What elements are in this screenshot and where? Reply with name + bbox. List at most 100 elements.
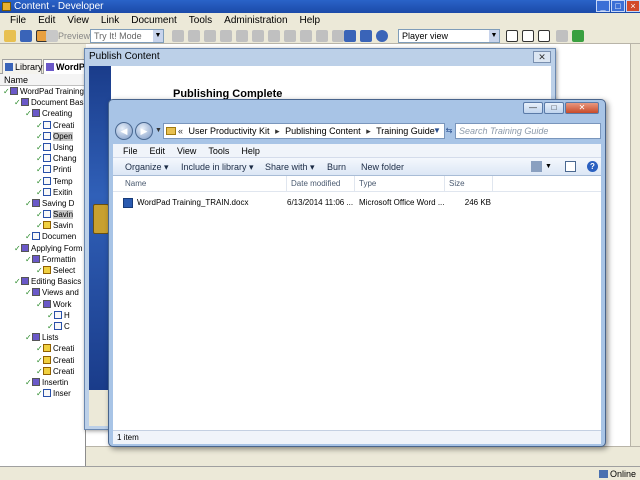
tree-item[interactable]: ✓ Using	[0, 142, 85, 153]
checkin-icon[interactable]	[556, 30, 568, 42]
recent-pages-icon[interactable]: ▼	[155, 127, 162, 134]
refresh-icon[interactable]: ⇆	[443, 124, 455, 138]
back-button[interactable]: ◀	[115, 122, 133, 140]
tree-item[interactable]: ✓ Printi	[0, 164, 85, 175]
view-dropdown-icon[interactable]: ▼	[545, 161, 556, 172]
tree-item[interactable]: ✓ Insertin	[0, 377, 85, 388]
burn-button[interactable]: Burn	[327, 158, 346, 176]
tree-item[interactable]: ✓ WordPad Training	[0, 86, 85, 97]
tree-item[interactable]: ✓ Open	[0, 131, 85, 142]
refresh-icon[interactable]	[572, 30, 584, 42]
paste-icon[interactable]	[204, 30, 216, 42]
layout-1-icon[interactable]	[506, 30, 518, 42]
breadcrumb-publishing-content[interactable]: Publishing Content	[285, 126, 361, 136]
help-icon[interactable]: ?	[587, 161, 598, 172]
tree-item[interactable]: ✓ Creati	[0, 343, 85, 354]
link-icon[interactable]	[268, 30, 280, 42]
tree-item[interactable]: ✓ Editing Basics	[0, 276, 85, 287]
dialog-close-button[interactable]: ✕	[533, 51, 551, 63]
mode-select[interactable]: Try It! Mode ▼	[90, 29, 164, 43]
binoculars-icon[interactable]	[344, 30, 356, 42]
explorer-maximize-button[interactable]: □	[544, 102, 564, 114]
tree-item[interactable]: ✓ Formattin	[0, 254, 85, 265]
indent-icon[interactable]	[332, 30, 344, 42]
menu-edit[interactable]: Edit	[32, 13, 61, 28]
explorer-close-button[interactable]: ✕	[565, 102, 599, 114]
new-folder-button[interactable]: New folder	[361, 158, 404, 176]
column-size[interactable]: Size	[445, 176, 493, 192]
menu-file[interactable]: File	[4, 13, 32, 28]
search-input[interactable]: Search Training Guide	[455, 123, 601, 139]
help-icon[interactable]	[376, 30, 388, 42]
explorer-menu-help[interactable]: Help	[235, 144, 266, 157]
explorer-minimize-button[interactable]: —	[523, 102, 543, 114]
tab-library[interactable]: Library	[2, 59, 43, 74]
tree-column-header[interactable]: Name	[0, 74, 85, 86]
menu-view[interactable]: View	[61, 13, 95, 28]
delete-icon[interactable]	[236, 30, 248, 42]
breadcrumb-separator-icon[interactable]: ▸	[275, 126, 280, 136]
close-button[interactable]: ×	[626, 0, 640, 12]
tree-item[interactable]: ✓ Creati	[0, 366, 85, 377]
tree-item[interactable]: ✓ Chang	[0, 153, 85, 164]
breadcrumb-training-guide[interactable]: Training Guide	[376, 126, 435, 136]
breadcrumb-overflow-icon[interactable]: «	[178, 126, 183, 136]
format-icon[interactable]	[220, 30, 232, 42]
undo-icon[interactable]	[284, 30, 296, 42]
preview-pane-icon[interactable]	[565, 161, 576, 172]
breadcrumb-user-productivity-kit[interactable]: User Productivity Kit	[189, 126, 270, 136]
column-date-modified[interactable]: Date modified	[287, 176, 355, 192]
tree-item[interactable]: ✓ Exitin	[0, 187, 85, 198]
address-dropdown-icon[interactable]: ▼	[431, 124, 443, 138]
tree-item[interactable]: ✓ Views and	[0, 287, 85, 298]
menu-tools[interactable]: Tools	[183, 13, 218, 28]
menu-administration[interactable]: Administration	[218, 13, 293, 28]
share-with-button[interactable]: Share with ▾	[265, 158, 315, 176]
tree-item[interactable]: ✓ Document Basics	[0, 97, 85, 108]
column-type[interactable]: Type	[355, 176, 445, 192]
tree-item[interactable]: ✓ Saving D	[0, 198, 85, 209]
view-options-icon[interactable]	[531, 161, 542, 172]
tree-item[interactable]: ✓ Work	[0, 299, 85, 310]
explorer-menu-view[interactable]: View	[171, 144, 202, 157]
explorer-menu-file[interactable]: File	[117, 144, 144, 157]
maximize-button[interactable]: □	[611, 0, 625, 12]
tree-item[interactable]: ✓ Inser	[0, 388, 85, 399]
layout-3-icon[interactable]	[538, 30, 550, 42]
file-row[interactable]: WordPad Training_TRAIN.docx 6/13/2014 11…	[113, 196, 601, 210]
tree-item[interactable]: ✓ Creati	[0, 120, 85, 131]
tree-item[interactable]: ✓ Select	[0, 265, 85, 276]
explorer-menu-edit[interactable]: Edit	[144, 144, 172, 157]
tree-item[interactable]: ✓ Creati	[0, 355, 85, 366]
vertical-scrollbar[interactable]	[630, 44, 640, 466]
menu-link[interactable]: Link	[95, 13, 125, 28]
find-replace-icon[interactable]	[360, 30, 372, 42]
copy-icon[interactable]	[188, 30, 200, 42]
tree-item[interactable]: ✓ Lists	[0, 332, 85, 343]
breadcrumb-separator-icon[interactable]: ▸	[366, 126, 371, 136]
tree-item[interactable]: ✓ Temp	[0, 176, 85, 187]
tree-item[interactable]: ✓ Savin	[0, 209, 85, 220]
menu-document[interactable]: Document	[125, 13, 183, 28]
tree-item[interactable]: ✓ Documen	[0, 231, 85, 242]
forward-button[interactable]: ▶	[135, 122, 153, 140]
address-bar[interactable]: « User Productivity Kit ▸ Publishing Con…	[163, 123, 445, 139]
preview-icon[interactable]	[46, 30, 58, 42]
open-folder-icon[interactable]	[4, 30, 16, 42]
preview-button[interactable]: Preview	[58, 30, 90, 42]
tree-item[interactable]: ✓ Applying Form	[0, 243, 85, 254]
redo-icon[interactable]	[300, 30, 312, 42]
layout-2-icon[interactable]	[522, 30, 534, 42]
view-select[interactable]: Player view ▼	[398, 29, 500, 43]
include-in-library-button[interactable]: Include in library ▾	[181, 158, 254, 176]
column-name[interactable]: Name	[121, 176, 287, 192]
tab-outline[interactable]: WordP	[43, 59, 85, 74]
organize-button[interactable]: Organize ▾	[125, 158, 169, 176]
explorer-menu-tools[interactable]: Tools	[202, 144, 235, 157]
tree-item[interactable]: ✓ Savin	[0, 220, 85, 231]
properties-icon[interactable]	[252, 30, 264, 42]
tree-item[interactable]: ✓ H	[0, 310, 85, 321]
save-icon[interactable]	[20, 30, 32, 42]
cut-icon[interactable]	[172, 30, 184, 42]
tree-item[interactable]: ✓ Creating	[0, 108, 85, 119]
